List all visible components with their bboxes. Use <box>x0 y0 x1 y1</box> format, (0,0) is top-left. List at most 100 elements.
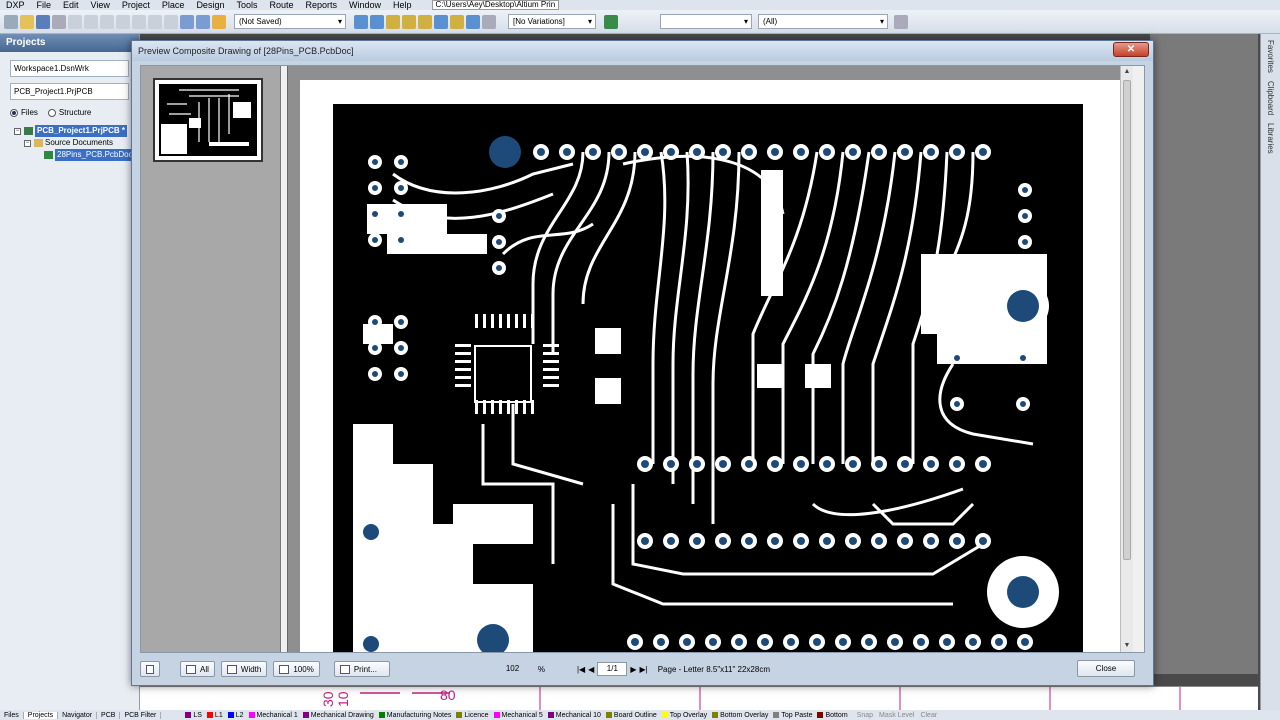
print-icon[interactable] <box>52 14 66 29</box>
next-page-icon[interactable]: ▶ <box>630 665 636 674</box>
tree-item-pcb-document[interactable]: 28Pins_PCB.PcbDoc <box>44 149 139 161</box>
menu-help[interactable]: Help <box>393 0 412 10</box>
redo-icon[interactable] <box>196 14 210 29</box>
mask-level-button[interactable]: Mask Level <box>879 712 914 719</box>
fill-icon[interactable] <box>434 14 448 29</box>
menu-file[interactable]: File <box>37 0 52 10</box>
files-radio[interactable]: Files <box>10 108 38 117</box>
zoom-area-icon[interactable] <box>84 14 98 29</box>
diff-pair-icon[interactable] <box>370 14 384 29</box>
snap-button[interactable]: Snap <box>857 712 873 719</box>
layer-tab[interactable]: Bottom <box>817 712 848 719</box>
zoom-100-button[interactable]: 100% <box>273 661 320 677</box>
preview-vertical-scrollbar[interactable]: ▲ ▼ <box>1120 66 1133 652</box>
layer-tab[interactable]: Mechanical Drawing <box>302 712 374 719</box>
zoom-unit-label: % <box>537 664 545 674</box>
menu-view[interactable]: View <box>91 0 110 10</box>
document-path-field[interactable]: C:\Users\Aey\Desktop\Altium Prin <box>431 0 560 10</box>
page-number-field[interactable]: 1/1 <box>597 662 628 676</box>
pcb-drill-hole <box>693 537 701 545</box>
menu-reports[interactable]: Reports <box>306 0 338 10</box>
menu-edit[interactable]: Edit <box>63 0 79 10</box>
pcb-drill-hole <box>875 460 883 468</box>
tab-projects[interactable]: Projects <box>23 711 59 719</box>
layer-tab[interactable]: L2 <box>227 712 244 719</box>
tree-item-source-folder[interactable]: − Source Documents <box>24 137 139 149</box>
tab-clipboard[interactable]: Clipboard <box>1266 81 1275 115</box>
menu-window[interactable]: Window <box>349 0 381 10</box>
layer-color-swatch <box>547 712 554 718</box>
save-state-combo[interactable]: (Not Saved) <box>234 14 346 29</box>
last-page-icon[interactable]: ▶| <box>639 665 647 674</box>
undo-icon[interactable] <box>180 14 194 29</box>
tab-pcb[interactable]: PCB <box>97 711 121 719</box>
layer-tab[interactable]: Board Outline <box>605 712 657 719</box>
layer-tab[interactable]: Mechanical 5 <box>493 712 543 719</box>
copy-icon[interactable] <box>116 14 130 29</box>
scroll-thumb[interactable] <box>1123 80 1131 560</box>
paste-icon[interactable] <box>132 14 146 29</box>
workspace-field[interactable]: Workspace1.DsnWrk <box>10 60 129 77</box>
tab-favorites[interactable]: Favorites <box>1266 40 1275 73</box>
select-icon[interactable] <box>148 14 162 29</box>
tab-libraries[interactable]: Libraries <box>1266 123 1275 154</box>
route-icon[interactable] <box>212 14 226 29</box>
zoom-icon[interactable] <box>68 14 82 29</box>
layer-tab[interactable]: Mechanical 1 <box>248 712 298 719</box>
interactive-route-icon[interactable] <box>354 14 368 29</box>
layer-tab[interactable]: Manufacturing Notes <box>378 712 451 719</box>
tab-navigator[interactable]: Navigator <box>58 711 98 719</box>
scroll-up-icon[interactable]: ▲ <box>1121 66 1133 78</box>
tab-files[interactable]: Files <box>0 711 24 719</box>
move-icon[interactable] <box>164 14 178 29</box>
layer-tab[interactable]: Bottom Overlay <box>712 712 768 719</box>
layer-tabs: LS L1 L2 Mechanical 1 Mechanical Drawing Manu… <box>185 712 852 719</box>
filter-combo[interactable]: (All) <box>758 14 888 29</box>
zoom-value-field[interactable]: 102 <box>506 662 536 676</box>
variations-combo[interactable]: [No Variations] <box>508 14 596 29</box>
scroll-down-icon[interactable]: ▼ <box>1121 640 1133 652</box>
close-button[interactable]: Close <box>1077 660 1135 677</box>
pad-icon[interactable] <box>386 14 400 29</box>
print-button[interactable]: Print... <box>333 661 390 677</box>
layer-set-combo[interactable] <box>660 14 752 29</box>
layer-tab[interactable]: L1 <box>206 712 223 719</box>
string-icon[interactable] <box>466 14 480 29</box>
save-icon[interactable] <box>36 14 50 29</box>
menu-dxp[interactable]: DXP <box>6 0 25 10</box>
thumbnail-toggle-button[interactable] <box>140 661 160 677</box>
layer-tab[interactable]: Top Paste <box>773 712 812 719</box>
prev-page-icon[interactable]: ◀ <box>588 665 594 674</box>
structure-radio[interactable]: Structure <box>47 108 91 117</box>
layer-tab[interactable]: Licence <box>456 712 489 719</box>
polygon-icon[interactable] <box>450 14 464 29</box>
first-page-icon[interactable]: |◀ <box>577 665 585 674</box>
menu-tools[interactable]: Tools <box>236 0 257 10</box>
new-icon[interactable] <box>4 14 18 29</box>
zoom-width-button[interactable]: Width <box>220 661 268 677</box>
layer-tab[interactable]: Top Overlay <box>661 712 707 719</box>
layer-icon[interactable] <box>604 14 618 29</box>
layer-tab[interactable]: LS <box>185 712 202 719</box>
collapse-icon[interactable]: − <box>24 139 31 147</box>
tab-pcb-filter[interactable]: PCB Filter <box>120 711 162 719</box>
settings-icon[interactable] <box>894 14 908 29</box>
open-icon[interactable] <box>20 14 34 29</box>
cut-icon[interactable] <box>100 14 114 29</box>
tree-item-project[interactable]: − PCB_Project1.PrjPCB * <box>14 125 139 137</box>
menu-route[interactable]: Route <box>269 0 293 10</box>
clear-button[interactable]: Clear <box>920 712 937 719</box>
collapse-icon[interactable]: − <box>14 127 21 135</box>
page-thumbnail[interactable] <box>153 78 263 162</box>
project-field[interactable]: PCB_Project1.PrjPCB <box>10 83 129 100</box>
via-icon[interactable] <box>402 14 416 29</box>
layer-tab[interactable]: Mechanical 10 <box>547 712 601 719</box>
component-icon[interactable] <box>482 14 496 29</box>
arc-icon[interactable] <box>418 14 432 29</box>
pcb-drill-hole <box>398 371 404 377</box>
menu-design[interactable]: Design <box>196 0 224 10</box>
menu-project[interactable]: Project <box>122 0 150 10</box>
menu-place[interactable]: Place <box>162 0 185 10</box>
zoom-all-button[interactable]: All <box>180 661 215 677</box>
dialog-close-button[interactable]: ✕ <box>1113 42 1149 57</box>
